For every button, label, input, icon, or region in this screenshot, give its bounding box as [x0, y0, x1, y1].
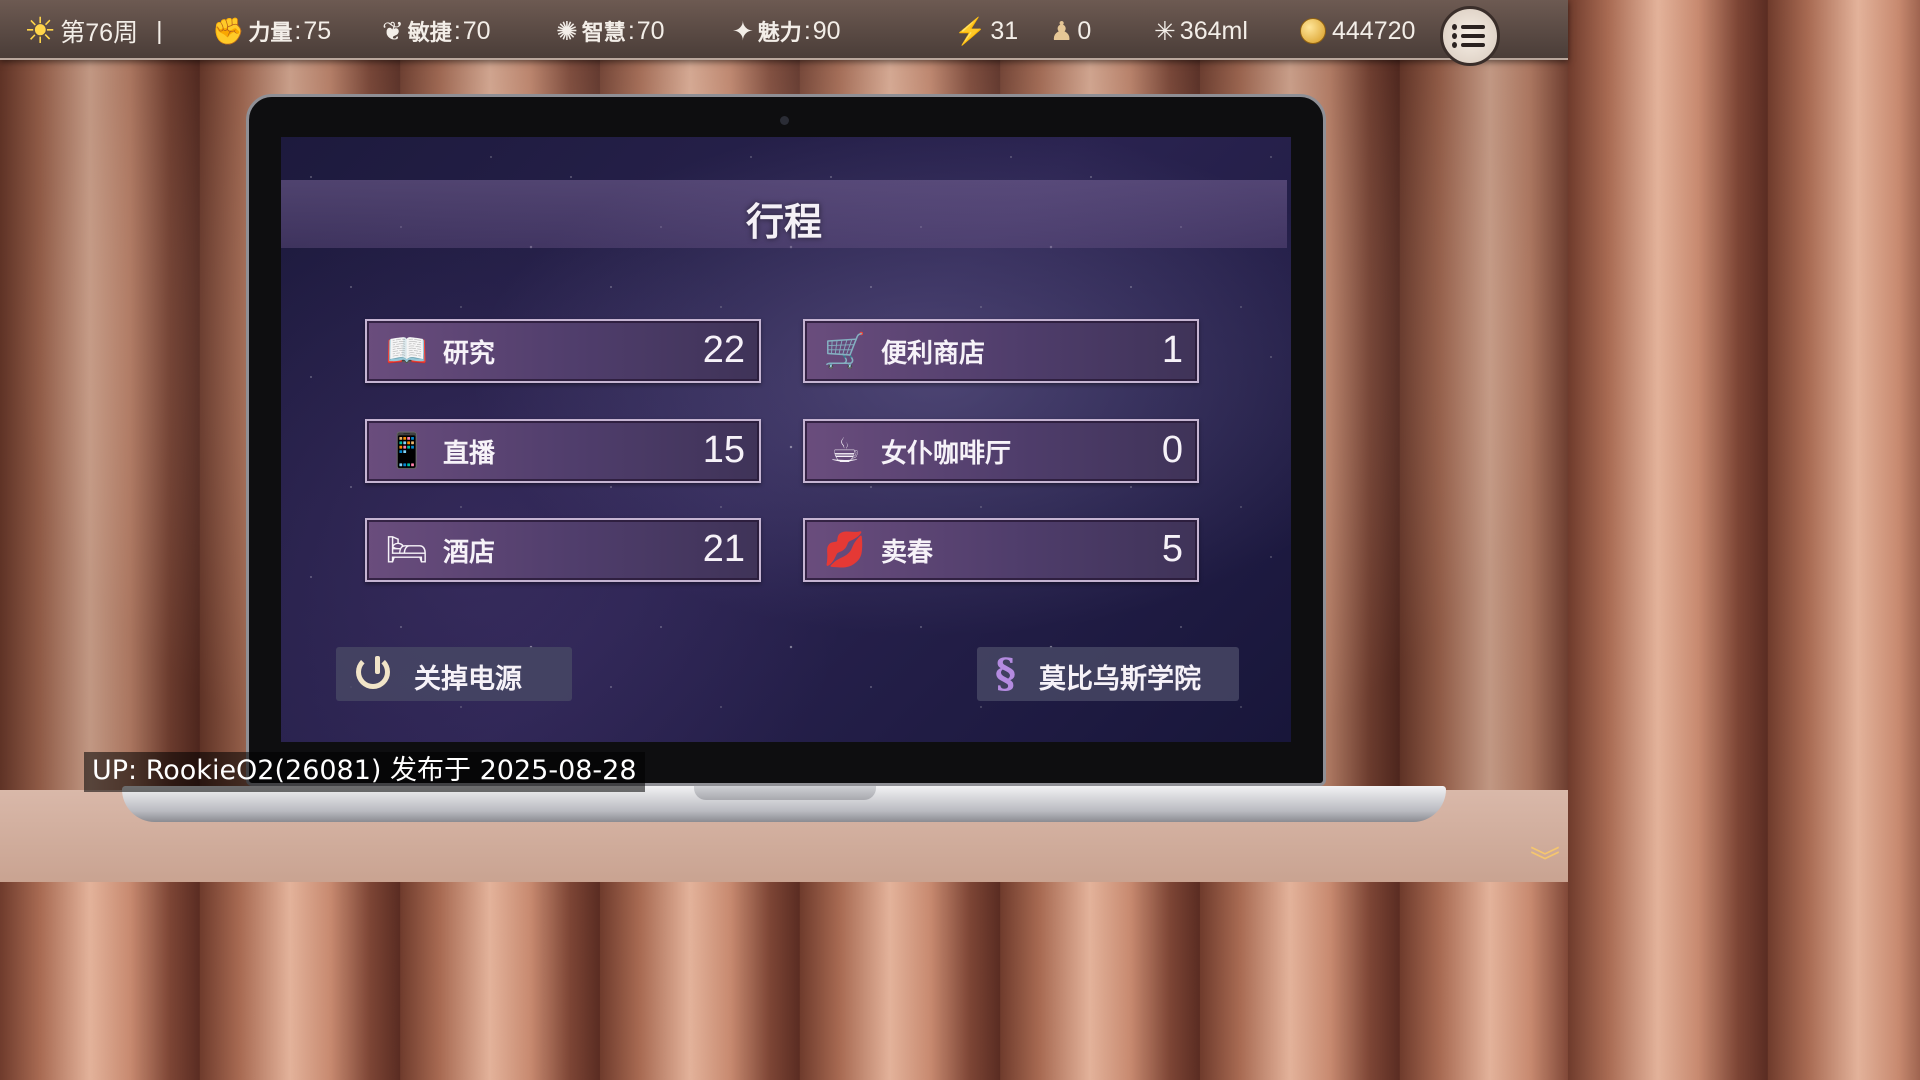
stat-label: 力量 — [248, 20, 293, 46]
stat-wisdom: ✺ 智慧 : 70 — [556, 15, 665, 47]
fluid-value: 364ml — [1179, 16, 1248, 45]
tile-label: 便利商店 — [881, 339, 986, 369]
schedule-tile-livestream[interactable]: 📱 直播 15 — [365, 419, 761, 483]
sun-icon: ☀ — [24, 10, 57, 51]
lightning-icon: ⚡ — [954, 15, 987, 46]
bed-icon: 🛏 — [385, 530, 429, 570]
fluid-indicator: ✳ 364ml — [1154, 14, 1248, 48]
stat-label: 魅力 — [757, 20, 802, 46]
splash-icon: ✳ — [1154, 15, 1176, 46]
academy-label: 莫比乌斯学院 — [1039, 664, 1201, 695]
tile-count: 21 — [702, 528, 745, 570]
mobius-logo-icon: § — [995, 650, 1016, 697]
coin-icon — [1300, 18, 1326, 44]
tile-count: 1 — [1161, 329, 1183, 371]
research-book-icon: 📖 — [385, 331, 429, 371]
power-off-button[interactable]: 关掉电源 — [336, 647, 572, 701]
tile-count: 15 — [702, 429, 745, 471]
mobius-academy-button[interactable]: § 莫比乌斯学院 — [977, 647, 1239, 701]
stat-charm: ✦ 魅力 : 90 — [732, 15, 841, 47]
money-value: 444720 — [1332, 16, 1416, 45]
tile-label: 研究 — [443, 339, 496, 369]
schedule-tile-lips[interactable]: 💋 卖春 5 — [803, 518, 1199, 582]
stress-value: 0 — [1077, 16, 1092, 45]
stats-bar: ☀ 第76周 | ✊ 力量 : 75 ❦ 敏捷 : 70 ✺ 智慧 : 70 ✦… — [0, 0, 1568, 60]
stat-value: 90 — [812, 16, 841, 45]
smartphone-icon: 📱 — [385, 431, 429, 471]
agility-wing-icon: ❦ — [382, 15, 404, 46]
stat-label: 敏捷 — [407, 20, 452, 46]
laptop-notch — [694, 786, 876, 800]
tile-count: 22 — [702, 329, 745, 371]
stat-value: 75 — [303, 16, 332, 45]
stat-strength: ✊ 力量 : 75 — [212, 15, 332, 47]
stat-label: 智慧 — [581, 20, 626, 46]
lips-icon: 💋 — [823, 530, 867, 570]
laptop-screen: 行程 📖 研究 22 🛒 便利商店 1 📱 直播 15 ☕ 女仆咖啡厅 0 🛏 … — [281, 137, 1291, 742]
stat-agility: ❦ 敏捷 : 70 — [382, 15, 491, 47]
week-label: 第76周 — [60, 19, 139, 47]
tile-count: 5 — [1161, 528, 1183, 570]
list-menu-icon — [1452, 20, 1485, 52]
tile-label: 酒店 — [443, 538, 496, 568]
webcam-icon — [780, 116, 789, 125]
schedule-tile-research[interactable]: 📖 研究 22 — [365, 319, 761, 383]
energy-indicator: ⚡ 31 — [954, 14, 1018, 48]
stress-figure-icon: ♟ — [1050, 15, 1074, 46]
schedule-tile-hotel[interactable]: 🛏 酒店 21 — [365, 518, 761, 582]
uploader-credit: UP: RookieO2(26081) 发布于 2025-08-28 — [84, 752, 645, 792]
page-title: 行程 — [745, 199, 822, 244]
schedule-tile-maid-cafe[interactable]: ☕ 女仆咖啡厅 0 — [803, 419, 1199, 483]
stress-indicator: ♟ 0 — [1050, 14, 1091, 48]
divider: | — [156, 16, 163, 45]
money-indicator: 444720 — [1300, 14, 1415, 48]
tile-label: 直播 — [443, 439, 496, 469]
schedule-tile-convenience-store[interactable]: 🛒 便利商店 1 — [803, 319, 1199, 383]
week-indicator: ☀ 第76周 | — [24, 10, 163, 51]
shopping-cart-icon: 🛒 — [823, 331, 867, 371]
chevron-down-icon[interactable]: ︾ — [1530, 848, 1560, 878]
tile-label: 卖春 — [881, 538, 934, 568]
power-off-label: 关掉电源 — [414, 664, 522, 695]
energy-value: 31 — [990, 16, 1019, 45]
strength-fist-icon: ✊ — [212, 15, 245, 46]
stat-value: 70 — [636, 16, 665, 45]
charm-sparkle-icon: ✦ — [732, 15, 754, 46]
stat-value: 70 — [462, 16, 491, 45]
main-menu-button[interactable] — [1440, 6, 1500, 66]
tile-count: 0 — [1161, 429, 1183, 471]
tile-label: 女仆咖啡厅 — [881, 439, 1012, 469]
coffee-cup-icon: ☕ — [829, 431, 861, 471]
wisdom-bulb-icon: ✺ — [556, 15, 578, 46]
power-icon — [356, 655, 394, 693]
